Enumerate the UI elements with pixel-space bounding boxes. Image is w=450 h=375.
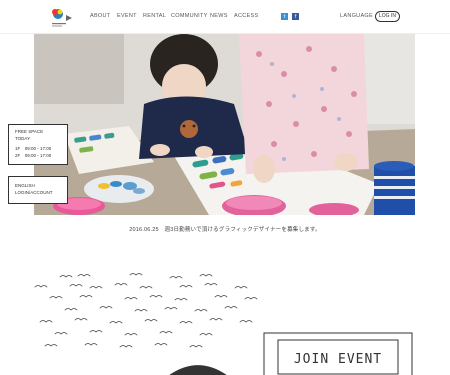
free-space-today: TODAY	[15, 136, 31, 141]
birds-illustration	[30, 270, 270, 375]
free-space-1f-hours: 1F 09:00 - 17:00	[15, 146, 52, 151]
login-account-link[interactable]: LOGIN/ACCOUNT	[15, 189, 61, 196]
join-event-sign[interactable]: JOIN EVENT	[263, 332, 413, 375]
nav-community[interactable]: COMMUNITY	[171, 13, 210, 19]
news-caption[interactable]: 2016.06.25 週3日勤務いで頂けるグラフィックデザイナーを募集します。	[0, 225, 450, 233]
nav-news[interactable]: NEWS	[210, 13, 234, 19]
nav-about[interactable]: ABOUT	[90, 13, 117, 19]
page: ABOUT EVENT RENTAL COMMUNITY NEWS ACCESS…	[0, 0, 450, 375]
main-nav: ABOUT EVENT RENTAL COMMUNITY NEWS ACCESS	[90, 13, 264, 19]
free-space-2f-hours: 2F 09:00 - 17:00	[15, 153, 52, 158]
account-card: ENGLISH LOGIN/ACCOUNT	[8, 176, 68, 204]
twitter-icon[interactable]: t	[281, 13, 288, 20]
site-header: ABOUT EVENT RENTAL COMMUNITY NEWS ACCESS…	[0, 0, 450, 34]
logo-icon[interactable]	[49, 7, 75, 29]
english-link[interactable]: ENGLISH	[15, 182, 61, 189]
join-event-label: JOIN EVENT	[294, 352, 382, 367]
free-space-title: FREE SPACE	[15, 129, 44, 134]
nav-access[interactable]: ACCESS	[234, 13, 264, 19]
language-link[interactable]: LANGUAGE	[340, 13, 373, 19]
nav-rental[interactable]: RENTAL	[143, 13, 171, 19]
social-links: t f	[281, 13, 299, 20]
facebook-icon[interactable]: f	[292, 13, 299, 20]
free-space-card[interactable]: FREE SPACE TODAY 1F 09:00 - 17:00 2F 09:…	[8, 124, 68, 165]
hero-photo	[34, 34, 415, 215]
login-button[interactable]: LOG IN	[375, 11, 400, 22]
nav-event[interactable]: EVENT	[117, 13, 143, 19]
